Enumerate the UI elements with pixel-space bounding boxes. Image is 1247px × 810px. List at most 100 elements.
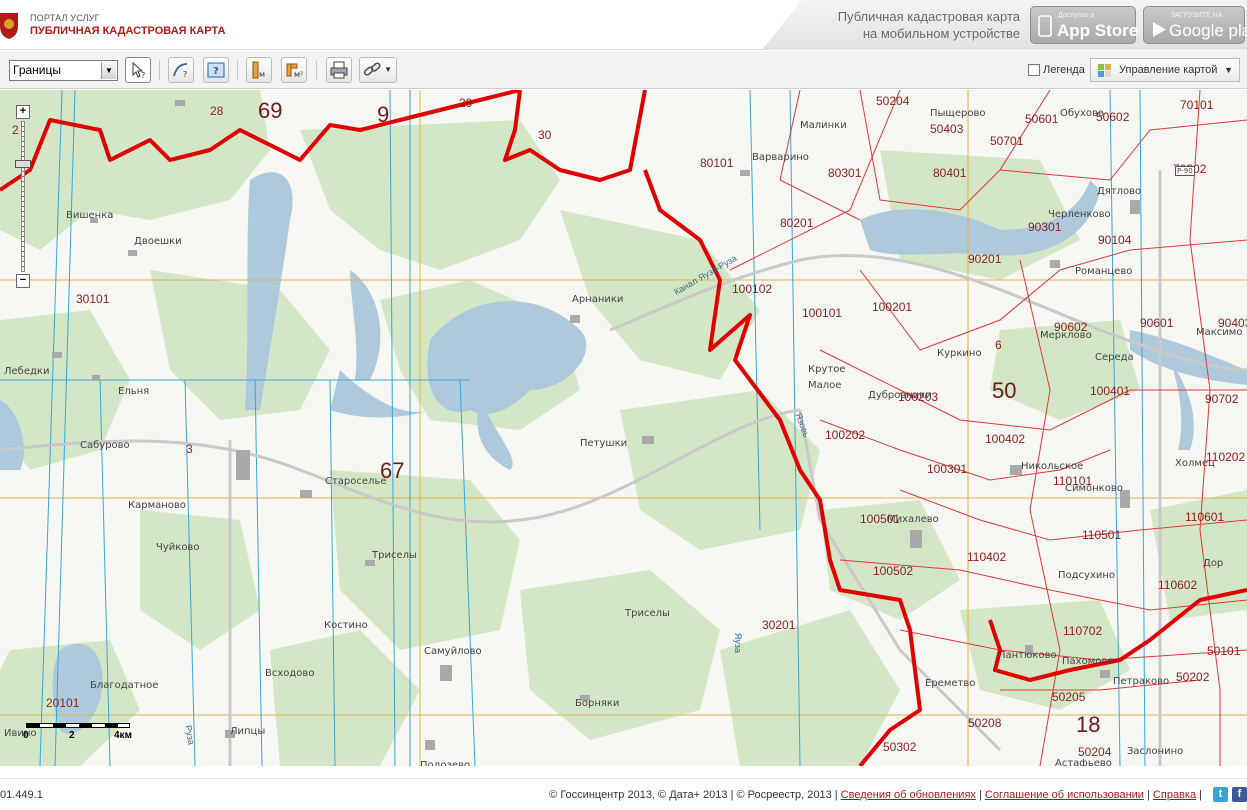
quarter-number-label[interactable]: 70101: [1180, 98, 1213, 112]
quarter-number-label[interactable]: 50101: [1207, 644, 1240, 658]
settlement-label: Ельня: [118, 386, 150, 397]
promo-line-2: на мобильном устройстве: [862, 26, 1020, 41]
quarter-number-label[interactable]: 30: [538, 128, 551, 142]
quarter-number-label[interactable]: 30101: [76, 292, 109, 306]
measure-area-button[interactable]: м²: [281, 57, 307, 83]
quarter-number-label[interactable]: 29: [459, 96, 472, 110]
cursor-question-icon: ?: [132, 61, 145, 80]
zoom-slider-track[interactable]: [21, 121, 25, 272]
gplay-big-text: Google play: [1169, 21, 1247, 40]
quarter-number-label[interactable]: 100202: [825, 428, 865, 442]
district-number-label[interactable]: 69: [258, 98, 282, 124]
quarter-number-label[interactable]: 50205: [1052, 690, 1085, 704]
quarter-number-label[interactable]: 90104: [1098, 233, 1131, 247]
quarter-number-label[interactable]: 90702: [1205, 392, 1238, 406]
quarter-number-label[interactable]: 100502: [873, 564, 913, 578]
toolbar-separator: [316, 60, 317, 80]
quarter-number-label[interactable]: 110601: [1185, 510, 1224, 524]
legend-label[interactable]: Легенда: [1043, 64, 1085, 76]
chevron-down-icon[interactable]: ▼: [101, 62, 116, 79]
quarter-number-label[interactable]: 6: [995, 338, 1002, 352]
info-tool-button[interactable]: ?: [203, 57, 229, 83]
zoom-slider-handle[interactable]: [15, 160, 31, 168]
link-button[interactable]: ▼: [359, 57, 397, 83]
settlement-label: Триселы: [372, 550, 417, 561]
svg-text:м: м: [259, 70, 265, 79]
footer-separator: |: [1199, 789, 1202, 801]
district-number-label[interactable]: 50: [992, 378, 1016, 404]
quarter-number-label[interactable]: 3: [186, 442, 193, 456]
emblem-icon: [0, 13, 18, 39]
quarter-number-label[interactable]: 100102: [732, 282, 772, 296]
quarter-number-label[interactable]: 110602: [1158, 578, 1197, 592]
legend-checkbox[interactable]: [1028, 64, 1040, 76]
quarter-number-label[interactable]: 100402: [985, 432, 1025, 446]
quarter-number-label[interactable]: 100301: [927, 462, 967, 476]
settlement-label: Крутое: [808, 364, 846, 375]
help-link[interactable]: Справка: [1153, 789, 1196, 801]
map-question-icon: ?: [207, 62, 225, 78]
settlement-label: Малинки: [800, 120, 847, 131]
map-canvas[interactable]: + 2 − 28 29 30 50204 70101 50403 50701 50602 801…: [0, 90, 1247, 766]
quarter-number-label[interactable]: 100401: [1090, 384, 1130, 398]
quarter-number-label[interactable]: 28: [210, 104, 223, 118]
select-tool-button[interactable]: ?: [125, 57, 151, 83]
mobile-promo-text: Публичная кадастровая карта на мобильном…: [800, 8, 1020, 42]
quarter-number-label[interactable]: 20101: [46, 696, 79, 710]
measure-tool-button[interactable]: ?: [168, 57, 194, 83]
quarter-number-label[interactable]: 90301: [1028, 220, 1061, 234]
zoom-level-label: 2: [12, 123, 19, 137]
layer-select[interactable]: Границы ▼: [9, 60, 118, 81]
settlement-label: Липцы: [230, 726, 266, 737]
quarter-number-label[interactable]: 50204: [876, 94, 909, 108]
quarter-number-label[interactable]: 90601: [1140, 316, 1173, 330]
settlement-label: Заслонино: [1127, 746, 1184, 757]
twitter-icon[interactable]: t: [1213, 787, 1228, 802]
zoom-out-button[interactable]: −: [16, 274, 30, 288]
quarter-number-label[interactable]: 80301: [828, 166, 861, 180]
quarter-number-label[interactable]: 80101: [700, 156, 733, 170]
settlement-label: Обухово: [1060, 108, 1105, 119]
portal-title[interactable]: ПУБЛИЧНАЯ КАДАСТРОВАЯ КАРТА: [30, 25, 225, 37]
chevron-down-icon[interactable]: ▼: [384, 65, 392, 74]
quarter-number-label[interactable]: 50701: [990, 134, 1023, 148]
settlement-label: Середа: [1095, 352, 1134, 363]
district-number-label[interactable]: 18: [1076, 712, 1100, 738]
quarter-number-label[interactable]: 110501: [1082, 528, 1121, 542]
toolbar-separator: [159, 60, 160, 80]
zoom-control: + 2 −: [12, 105, 32, 290]
map-control-dropdown[interactable]: Управление картой ▼: [1090, 58, 1240, 82]
quarter-number-label[interactable]: 50601: [1025, 112, 1058, 126]
district-number-label[interactable]: 9: [377, 102, 389, 128]
quarter-number-label[interactable]: 110702: [1063, 624, 1102, 638]
measure-length-button[interactable]: м: [246, 57, 272, 83]
quarter-number-label[interactable]: 50302: [883, 740, 916, 754]
settlement-label: Петраково: [1113, 676, 1170, 687]
quarter-number-label[interactable]: 50202: [1176, 670, 1209, 684]
map-control-label: Управление картой: [1119, 64, 1218, 76]
updates-link[interactable]: Сведения об обновлениях: [841, 789, 976, 801]
zoom-in-button[interactable]: +: [16, 105, 30, 119]
quarter-number-label[interactable]: 50403: [930, 122, 963, 136]
quarter-number-label[interactable]: 100201: [872, 300, 912, 314]
google-play-button[interactable]: ЗАГРУЗИТЕ НА Google play: [1143, 6, 1247, 44]
quarter-number-label[interactable]: 100101: [802, 306, 842, 320]
quarter-number-label[interactable]: 50208: [968, 716, 1001, 730]
quarter-number-label[interactable]: 50204: [1078, 745, 1111, 759]
quarter-number-label[interactable]: 30201: [762, 618, 795, 632]
facebook-icon[interactable]: f: [1232, 787, 1247, 802]
settlement-label: Триселы: [625, 608, 670, 619]
quarter-number-label[interactable]: 80201: [780, 216, 813, 230]
quarter-number-label[interactable]: 90201: [968, 252, 1001, 266]
terms-link[interactable]: Соглашение об использовании: [985, 789, 1144, 801]
quarter-number-label[interactable]: 110402: [967, 550, 1006, 564]
quarter-number-label[interactable]: 80401: [933, 166, 966, 180]
appstore-big-text: App Store: [1057, 21, 1139, 40]
settlement-label: Никольское: [1021, 461, 1084, 472]
appstore-button[interactable]: Доступно в App Store: [1030, 6, 1139, 44]
settlement-label: Сабурово: [80, 440, 130, 451]
settlement-label: Всходово: [265, 668, 315, 679]
toolbar: Границы ▼ ? ? ? м м² ▼ Легенда Управлени…: [0, 51, 1247, 89]
print-button[interactable]: [326, 57, 352, 83]
portal-subtitle: ПОРТАЛ УСЛУГ: [30, 13, 100, 23]
